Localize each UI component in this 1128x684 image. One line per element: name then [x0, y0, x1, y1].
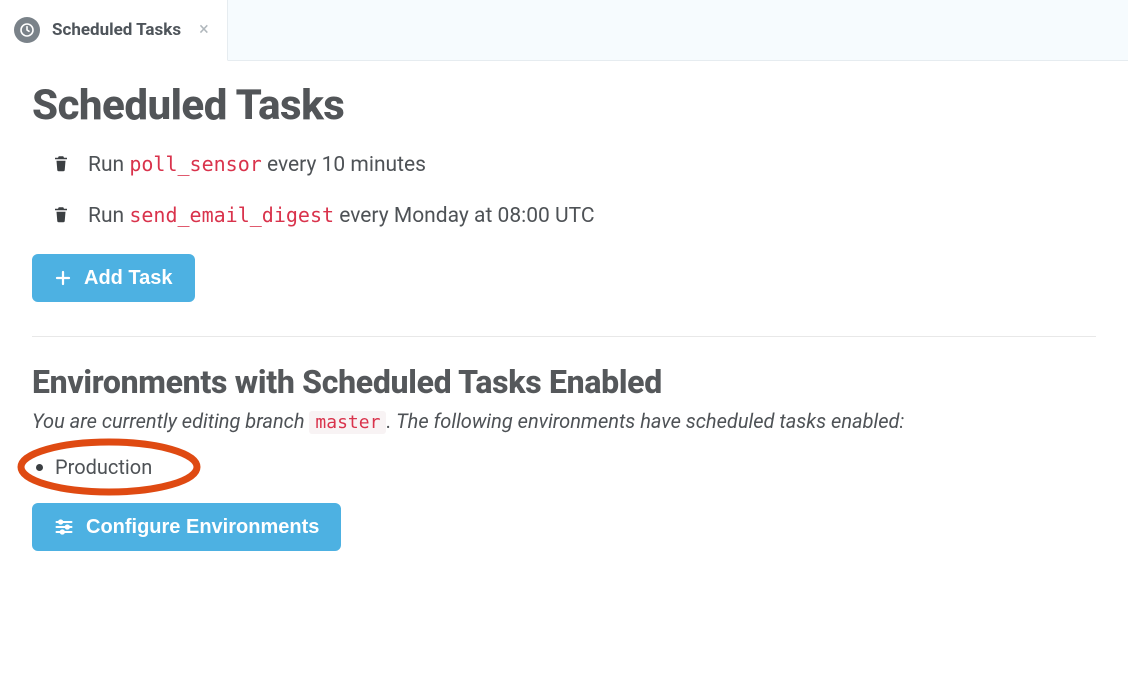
delete-task-button[interactable] — [52, 204, 70, 227]
task-row: Run poll_sensor every 10 minutes — [52, 152, 1096, 177]
sliders-icon — [54, 517, 74, 537]
task-description: Run poll_sensor every 10 minutes — [88, 152, 426, 177]
environment-name: Production — [55, 455, 152, 479]
content-area: Scheduled Tasks Run poll_sensor every 10… — [0, 61, 1128, 551]
trash-icon — [52, 153, 70, 176]
task-suffix: every 10 minutes — [262, 153, 426, 177]
task-list: Run poll_sensor every 10 minutes Run sen… — [32, 152, 1096, 228]
branch-line-prefix: You are currently editing branch — [32, 409, 309, 433]
add-task-label: Add Task — [84, 268, 173, 288]
plus-icon — [54, 269, 72, 287]
branch-line-suffix: . The following environments have schedu… — [386, 409, 904, 433]
configure-environments-label: Configure Environments — [86, 517, 319, 537]
bullet-icon — [36, 464, 43, 471]
task-suffix: every Monday at 08:00 UTC — [334, 204, 595, 228]
environment-item: Production — [32, 451, 152, 483]
task-code: send_email_digest — [129, 203, 334, 227]
task-code: poll_sensor — [129, 152, 261, 176]
tab-scheduled-tasks[interactable]: Scheduled Tasks × — [0, 0, 228, 61]
tab-bar: Scheduled Tasks × — [0, 0, 1128, 61]
trash-icon — [52, 204, 70, 227]
page-title: Scheduled Tasks — [32, 81, 1096, 130]
divider — [32, 336, 1096, 337]
configure-environments-button[interactable]: Configure Environments — [32, 503, 341, 551]
environments-heading: Environments with Scheduled Tasks Enable… — [32, 363, 1096, 401]
task-prefix: Run — [88, 204, 129, 228]
task-description: Run send_email_digest every Monday at 08… — [88, 203, 595, 228]
delete-task-button[interactable] — [52, 153, 70, 176]
branch-name-chip: master — [309, 411, 386, 434]
close-icon[interactable]: × — [199, 21, 209, 39]
add-task-button[interactable]: Add Task — [32, 254, 195, 302]
task-row: Run send_email_digest every Monday at 08… — [52, 203, 1096, 228]
clock-icon — [14, 17, 40, 43]
branch-info-line: You are currently editing branch master.… — [32, 409, 1096, 433]
tab-title: Scheduled Tasks — [52, 20, 181, 40]
task-prefix: Run — [88, 153, 129, 177]
